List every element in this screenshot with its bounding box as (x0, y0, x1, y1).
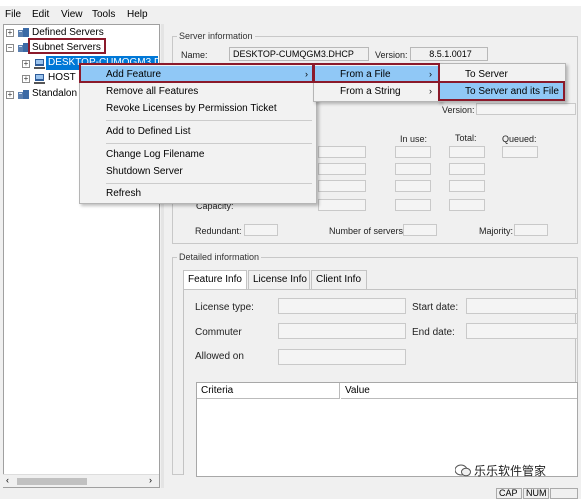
start-date-label: Start date: (412, 302, 459, 313)
allowed-on-label: Allowed on (195, 351, 244, 362)
version-label: Version: (375, 50, 408, 60)
tab-feature-info[interactable]: Feature Info (183, 270, 247, 289)
cap-indicator: CAP (496, 488, 522, 499)
menu-item-from-a-string[interactable]: From a String › (314, 83, 440, 100)
server-info-title: Server information (177, 31, 255, 41)
menu-view[interactable]: View (61, 9, 83, 20)
menu-separator (106, 143, 312, 144)
num-servers-label: Number of servers: (329, 226, 406, 236)
annotation-box-add-feature (79, 63, 315, 83)
version2-value (476, 103, 576, 115)
menu-bar: File Edit View Tools Help (0, 6, 581, 24)
name-value: DESKTOP-CUMQGM3.DHCP (229, 47, 369, 61)
from-a-string-label: From a String (340, 86, 401, 97)
expand-desktop-icon[interactable]: + (22, 60, 30, 68)
watermark-text: 乐乐软件管家 (474, 464, 547, 478)
commuter-label: Commuter (195, 327, 242, 338)
tree-item-host[interactable]: HOST (48, 71, 76, 85)
annotation-box-to-server-file (438, 81, 565, 101)
version2-label: Version: (442, 105, 475, 115)
servers-group-icon (18, 28, 29, 38)
scroll-thumb[interactable] (17, 478, 87, 485)
start-date-value (466, 298, 578, 314)
stat-box (318, 180, 366, 192)
redundant-label: Redundant: (195, 226, 242, 236)
status-bar: CAP NUM (0, 488, 581, 499)
majority-value (514, 224, 548, 236)
menu-help[interactable]: Help (127, 9, 148, 20)
menu-item-revoke-licenses[interactable]: Revoke Licenses by Permission Ticket (80, 100, 316, 117)
stat-box (449, 180, 485, 192)
name-label: Name: (181, 50, 208, 60)
detailed-info-title: Detailed information (177, 252, 262, 262)
menu-edit[interactable]: Edit (32, 9, 49, 20)
allowed-on-value (278, 349, 406, 365)
end-date-label: End date: (412, 327, 455, 338)
tab-client-info[interactable]: Client Info (311, 270, 367, 289)
license-type-label: License type: (195, 302, 254, 313)
menu-item-refresh[interactable]: Refresh (80, 185, 316, 202)
num-servers-value (403, 224, 437, 236)
watermark: 乐乐软件管家 (454, 462, 547, 480)
stat-box (318, 163, 366, 175)
stat-box (449, 163, 485, 175)
menu-item-shutdown-server[interactable]: Shutdown Server (80, 163, 316, 180)
end-date-value (466, 323, 578, 339)
tree-item-standalone[interactable]: Standalon (32, 87, 77, 101)
stat-box (395, 163, 431, 175)
menu-separator (106, 120, 312, 121)
menu-file[interactable]: File (5, 9, 21, 20)
annotation-box-subnet (28, 38, 106, 54)
version-value: 8.5.1.0017 (410, 47, 488, 61)
col-in-use: In use: (400, 134, 428, 144)
scrl-indicator (550, 488, 578, 499)
menu-item-remove-all-features[interactable]: Remove all Features (80, 83, 316, 100)
server-icon (34, 74, 45, 84)
stat-box (318, 199, 366, 211)
value-header[interactable]: Value (341, 383, 577, 399)
stat-box (449, 199, 485, 211)
license-type-value (278, 298, 406, 314)
menu-item-add-to-defined-list[interactable]: Add to Defined List (80, 123, 316, 140)
stat-box (502, 146, 538, 158)
tree-horizontal-scrollbar[interactable]: ‹ › (3, 474, 159, 487)
annotation-box-from-file (312, 63, 440, 83)
expand-defined-icon[interactable]: + (6, 29, 14, 37)
scroll-right-icon[interactable]: › (149, 475, 152, 485)
stat-box (395, 180, 431, 192)
wechat-icon (454, 464, 471, 480)
col-total: Total: (455, 133, 477, 143)
stat-box (395, 199, 431, 211)
redundant-value (244, 224, 278, 236)
col-queued: Queued: (502, 134, 537, 144)
majority-label: Majority: (479, 226, 514, 236)
server-icon (34, 59, 45, 69)
collapse-subnet-icon[interactable]: − (6, 44, 14, 52)
expand-standalone-icon[interactable]: + (6, 91, 14, 99)
servers-group-icon (18, 90, 29, 100)
context-menu: Add Feature › Remove all Features Revoke… (79, 63, 317, 204)
submenu-arrow-icon: › (429, 86, 432, 96)
num-indicator: NUM (523, 488, 549, 499)
menu-item-change-log-filename[interactable]: Change Log Filename (80, 146, 316, 163)
commuter-value (278, 323, 406, 339)
stat-box (449, 146, 485, 158)
expand-host-icon[interactable]: + (22, 75, 30, 83)
stat-box (318, 146, 366, 158)
criteria-header[interactable]: Criteria (197, 383, 340, 399)
scroll-left-icon[interactable]: ‹ (6, 475, 9, 485)
menu-tools[interactable]: Tools (92, 9, 115, 20)
stat-box (395, 146, 431, 158)
menu-separator (106, 183, 312, 184)
tab-license-info[interactable]: License Info (248, 270, 310, 289)
